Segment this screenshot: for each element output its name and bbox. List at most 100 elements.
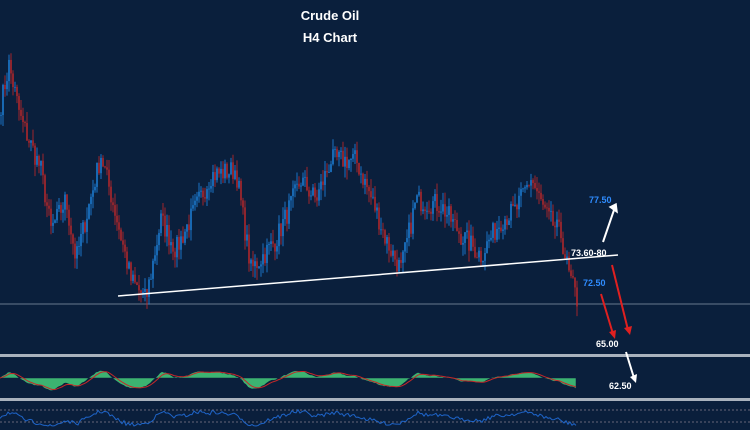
candle <box>164 215 166 237</box>
candle <box>168 224 170 246</box>
candle <box>526 184 528 188</box>
candle <box>324 171 326 185</box>
candle <box>334 149 336 150</box>
candle <box>282 219 284 237</box>
candle <box>194 200 196 206</box>
candle <box>498 227 500 229</box>
candle <box>328 171 330 173</box>
candle <box>56 208 58 221</box>
candle <box>18 96 20 110</box>
candle <box>104 166 106 168</box>
candle <box>14 86 16 88</box>
candle <box>22 115 24 123</box>
candle <box>290 196 292 201</box>
candle <box>444 204 446 217</box>
candle <box>376 207 378 211</box>
candle <box>160 213 162 234</box>
candle <box>436 193 438 211</box>
candle <box>478 250 480 258</box>
candle <box>224 163 226 179</box>
candle <box>362 173 364 185</box>
candle <box>288 200 290 224</box>
candle <box>32 140 34 146</box>
candle <box>380 229 382 231</box>
candle <box>144 288 146 292</box>
candle <box>86 218 88 232</box>
candle <box>422 209 424 212</box>
candle <box>166 224 168 237</box>
candle <box>240 180 242 201</box>
candle <box>88 204 90 219</box>
candle <box>244 207 246 241</box>
candle <box>524 187 526 189</box>
candle <box>468 230 470 251</box>
candle <box>126 251 128 269</box>
candle <box>0 114 2 116</box>
candle <box>474 246 476 258</box>
candle <box>342 150 344 167</box>
candle <box>170 242 172 246</box>
candle <box>470 235 472 251</box>
candle <box>390 250 392 256</box>
candle <box>344 156 346 167</box>
candle <box>2 84 4 115</box>
candle <box>520 189 522 196</box>
candle <box>496 228 498 240</box>
candle <box>36 155 38 165</box>
candle <box>482 260 484 263</box>
candle <box>148 279 150 297</box>
candle <box>46 202 48 206</box>
candle <box>206 189 208 199</box>
candle <box>364 178 366 185</box>
candle <box>572 276 574 278</box>
candle <box>6 81 8 90</box>
candle <box>550 210 552 212</box>
candle <box>158 233 160 246</box>
candle <box>130 262 132 281</box>
candle <box>114 205 116 216</box>
candle <box>528 184 530 186</box>
candle <box>336 149 338 158</box>
candle <box>352 154 354 159</box>
candle <box>42 160 44 176</box>
candle <box>76 246 78 259</box>
candle <box>424 209 426 212</box>
candle <box>322 181 324 185</box>
candle <box>66 194 68 210</box>
candle <box>190 208 192 231</box>
candle <box>284 209 286 220</box>
candle <box>50 208 52 226</box>
candle <box>228 174 230 178</box>
candle <box>314 187 316 198</box>
candle <box>476 257 478 259</box>
candle <box>484 253 486 261</box>
candle <box>134 274 136 283</box>
candle <box>200 190 202 192</box>
candle <box>412 208 414 234</box>
candle <box>8 59 10 82</box>
candle <box>152 260 154 279</box>
candle <box>458 231 460 234</box>
candle <box>522 188 524 190</box>
candle <box>258 266 260 268</box>
candle <box>388 237 390 251</box>
candle <box>408 222 410 239</box>
candle <box>196 196 198 201</box>
candle <box>490 237 492 240</box>
candle <box>320 181 322 190</box>
candle <box>64 194 66 210</box>
candle <box>310 195 312 197</box>
candle <box>246 234 248 241</box>
candle <box>358 162 360 175</box>
candle <box>270 241 272 244</box>
candle <box>78 246 80 247</box>
target-label: 65.00 <box>596 339 619 349</box>
candle <box>272 241 274 244</box>
candle <box>500 227 502 231</box>
candle <box>156 245 158 256</box>
candle <box>142 291 144 294</box>
candle <box>304 176 306 178</box>
candle <box>440 211 442 213</box>
candle <box>340 150 342 152</box>
candle <box>100 157 102 174</box>
